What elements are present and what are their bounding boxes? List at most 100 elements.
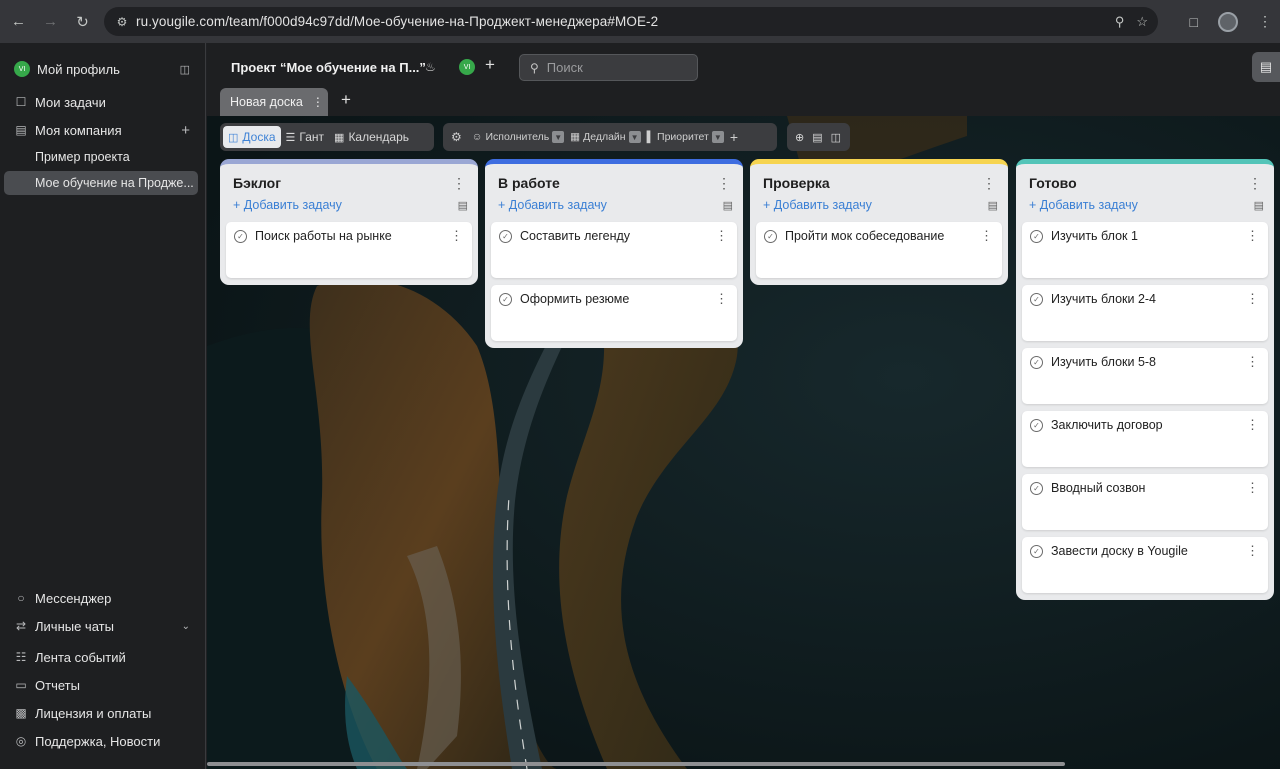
horizontal-scrollbar[interactable] [207,762,1065,766]
task-card[interactable]: ✓ Заключить договор ⋮ [1022,411,1268,467]
browser-profile-avatar[interactable] [1218,11,1238,32]
column-menu-icon[interactable]: ⋮ [717,175,731,192]
task-card[interactable]: ✓ Изучить блок 1 ⋮ [1022,222,1268,278]
column-backlog: Бэклог ⋮ + Добавить задачу ▤ ✓ Поиск рабо… [220,159,478,285]
add-task-button[interactable]: + Добавить задачу [763,198,872,212]
chat-panel-icon: ▤ [1259,59,1273,74]
address-bar[interactable]: ⚙ ru.yougile.com/team/f000d94c97dd/Мое-о… [104,7,1158,36]
board-area: Проект “Мое обучение на П...” ♨ VI + ⚲ Н… [207,43,1280,769]
task-card[interactable]: ✓ Вводный созвон ⋮ [1022,474,1268,530]
task-menu-icon[interactable]: ⋮ [1246,354,1259,370]
board-tab[interactable]: Новая доска ⋮ [220,88,328,116]
add-member-icon[interactable]: + [485,55,495,75]
add-filter-icon[interactable]: + [730,129,738,145]
tab-gantt[interactable]: ☰ Гант [281,126,330,148]
task-check-icon[interactable]: ✓ [1030,230,1043,243]
task-menu-icon[interactable]: ⋮ [1246,480,1259,496]
task-menu-icon[interactable]: ⋮ [1246,291,1259,307]
extensions-icon[interactable]: □ [1190,14,1198,30]
task-check-icon[interactable]: ✓ [764,230,777,243]
task-menu-icon[interactable]: ⋮ [715,291,728,307]
calendar-small-icon: ▦ [570,131,581,143]
sidebar-item-support[interactable]: ◎ Поддержка, Новости [0,728,206,754]
task-check-icon[interactable]: ✓ [499,293,512,306]
bookmark-star-icon[interactable]: ☆ [1136,14,1148,30]
site-info-icon[interactable]: ⚙ [108,15,136,29]
column-menu-icon[interactable]: ⋮ [982,175,996,192]
filter-icon[interactable]: ▼ [711,131,724,143]
task-check-icon[interactable]: ✓ [499,230,512,243]
task-check-icon[interactable]: ✓ [1030,356,1043,369]
clipboard-icon[interactable]: ▤ [812,131,822,144]
bell-icon[interactable]: ♨ [425,60,436,74]
task-menu-icon[interactable]: ⋮ [450,228,463,244]
add-board-icon[interactable]: + [341,90,351,110]
task-card[interactable]: ✓ Составить легенду ⋮ [491,222,737,278]
sidebar-item-personal-chats[interactable]: ⇄ Личные чаты ⌄ [0,613,206,639]
column-title: Бэклог [233,175,282,191]
task-card[interactable]: ✓ Оформить резюме ⋮ [491,285,737,341]
filter-icon[interactable]: ▼ [628,131,641,143]
task-menu-icon[interactable]: ⋮ [980,228,993,244]
tab-board[interactable]: ◫ Доска [223,126,281,148]
filter-priority[interactable]: ▌ Приоритет ▼ [647,131,724,143]
sidebar-project-current[interactable]: Мое обучение на Продже... [35,176,194,190]
sidebar-item-label: Моя компания [35,122,122,138]
password-key-icon[interactable]: ⚲ [1115,14,1125,30]
column-settings-icon[interactable]: ▤ [458,199,468,212]
task-check-icon[interactable]: ✓ [1030,419,1043,432]
sidebar-item-reports[interactable]: ▭ Отчеты [0,672,206,698]
column-settings-icon[interactable]: ▤ [988,199,998,212]
filter-icon[interactable]: ▼ [552,131,565,143]
column-menu-icon[interactable]: ⋮ [452,175,466,192]
reload-icon[interactable]: ↻ [67,6,98,37]
sidebar-item-company[interactable]: ▤ Моя компания + [0,117,206,143]
task-card[interactable]: ✓ Поиск работы на рынке ⋮ [226,222,472,278]
task-card[interactable]: ✓ Завести доску в Yougile ⋮ [1022,537,1268,593]
url-text[interactable]: ru.yougile.com/team/f000d94c97dd/Мое-обу… [136,14,658,29]
reports-icon: ▭ [15,678,27,692]
side-panel-button[interactable]: ▤ [1252,52,1280,82]
browser-menu-icon[interactable]: ⋮ [1258,13,1272,30]
back-icon[interactable]: ← [3,6,34,37]
user-avatar[interactable]: VI [459,59,475,75]
task-menu-icon[interactable]: ⋮ [1246,228,1259,244]
task-menu-icon[interactable]: ⋮ [1246,543,1259,559]
sidebar-profile[interactable]: VI Мой профиль ◫ [0,56,206,82]
columns-icon[interactable]: ◫ [831,131,841,144]
collapse-sidebar-icon[interactable]: ◫ [180,63,190,76]
sidebar-project-example[interactable]: Пример проекта [35,150,130,164]
filter-deadline[interactable]: ▦ Дедлайн ▼ [570,131,641,143]
chevron-down-icon[interactable]: ⌄ [182,621,190,632]
task-menu-icon[interactable]: ⋮ [1246,417,1259,433]
settings-gear-icon[interactable]: ⚙ [451,130,462,144]
forward-icon[interactable]: → [35,6,66,37]
add-task-button[interactable]: + Добавить задачу [1029,198,1138,212]
column-settings-icon[interactable]: ▤ [723,199,733,212]
column-settings-icon[interactable]: ▤ [1254,199,1264,212]
task-check-icon[interactable]: ✓ [1030,545,1043,558]
sidebar-item-event-feed[interactable]: ☷ Лента событий [0,644,206,670]
add-project-icon[interactable]: + [181,122,190,139]
task-card[interactable]: ✓ Пройти мок собеседование ⋮ [756,222,1002,278]
browser-toolbar: ← → ↻ ⚙ ru.yougile.com/team/f000d94c97dd… [0,0,1280,43]
project-title[interactable]: Проект “Мое обучение на П...” [231,60,426,75]
filter-assignee[interactable]: ☺ Исполнитель ▼ [472,131,565,143]
add-task-button[interactable]: + Добавить задачу [233,198,342,212]
task-check-icon[interactable]: ✓ [1030,293,1043,306]
task-check-icon[interactable]: ✓ [1030,482,1043,495]
task-check-icon[interactable]: ✓ [234,230,247,243]
add-circle-icon[interactable]: ⊕ [795,131,804,144]
tab-calendar[interactable]: ▦ Календарь [329,126,414,148]
column-menu-icon[interactable]: ⋮ [1248,175,1262,192]
search-box[interactable]: ⚲ [519,54,698,81]
task-card[interactable]: ✓ Изучить блоки 5-8 ⋮ [1022,348,1268,404]
sidebar-item-license[interactable]: ▩ Лицензия и оплаты [0,700,206,726]
task-card[interactable]: ✓ Изучить блоки 2-4 ⋮ [1022,285,1268,341]
sidebar-item-my-tasks[interactable]: ☐ Мои задачи [0,89,206,115]
search-input[interactable] [546,60,677,75]
board-tab-menu-icon[interactable]: ⋮ [312,95,324,109]
task-menu-icon[interactable]: ⋮ [715,228,728,244]
add-task-button[interactable]: + Добавить задачу [498,198,607,212]
sidebar-item-messenger[interactable]: ○ Мессенджер [0,585,206,611]
